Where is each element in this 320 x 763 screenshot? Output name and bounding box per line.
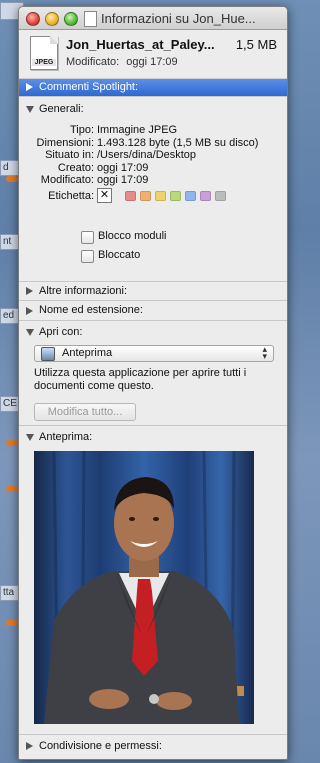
disclosure-triangle-icon	[26, 742, 33, 750]
open-with-heading: Apri con:	[39, 326, 83, 338]
sharing-disclosure[interactable]: Condivisione e permessi:	[19, 738, 287, 754]
window-title: Informazioni su Jon_Hue...	[101, 11, 256, 26]
disclosure-triangle-icon	[26, 307, 33, 315]
section-more-info: Altre informazioni:	[19, 282, 287, 301]
modified-line: Modificato: oggi 17:09	[66, 56, 178, 68]
disclosure-triangle-icon	[26, 329, 34, 336]
open-with-disclosure[interactable]: Apri con:	[19, 324, 287, 340]
info-window: Informazioni su Jon_Hue... JPEG Jon_Huer…	[18, 6, 288, 760]
info-row-created: Creato: oggi 17:09	[57, 161, 149, 174]
label-color-swatch[interactable]	[140, 190, 151, 201]
label-color-swatch[interactable]	[155, 190, 166, 201]
modified-label: Modificato:	[66, 56, 120, 68]
section-sharing: Condivisione e permessi:	[19, 738, 287, 754]
section-open-with: Apri con: Anteprima ▴ ▾ Utilizza questa a…	[19, 324, 287, 426]
label-color-swatch[interactable]	[185, 190, 196, 201]
section-spotlight: Commenti Spotlight:	[19, 79, 287, 97]
zoom-button[interactable]	[64, 12, 78, 26]
disclosure-triangle-icon	[26, 287, 33, 295]
section-name-extension: Nome ed estensione:	[19, 301, 287, 321]
preview-disclosure[interactable]: Anteprima:	[19, 429, 287, 445]
preview-image	[34, 451, 254, 724]
label-color-swatch[interactable]	[215, 190, 226, 201]
section-preview: Anteprima:	[19, 429, 287, 735]
file-header: JPEG Jon_Huertas_at_Paley... 1,5 MB Modi…	[19, 30, 287, 79]
minimize-button[interactable]	[45, 12, 59, 26]
spotlight-heading: Commenti Spotlight:	[39, 81, 139, 93]
preview-heading: Anteprima:	[39, 431, 93, 443]
label-color-swatch[interactable]	[170, 190, 181, 201]
disclosure-triangle-icon	[26, 106, 34, 113]
name-ext-heading: Nome ed estensione:	[39, 304, 143, 316]
close-button[interactable]	[26, 12, 40, 26]
preview-app-icon	[41, 347, 55, 361]
open-with-description: Utilizza questa applicazione per aprire …	[34, 367, 247, 392]
locked-label: Bloccato	[98, 249, 141, 261]
desktop-label-orange	[6, 620, 18, 626]
desktop-label-orange	[6, 440, 18, 446]
label-none-button[interactable]: ✕	[97, 187, 112, 203]
selected-app-label: Anteprima	[62, 347, 113, 359]
popup-arrows-icon: ▴ ▾	[262, 344, 267, 361]
desktop-label-orange	[6, 486, 18, 492]
spotlight-disclosure[interactable]: Commenti Spotlight:	[19, 79, 287, 96]
info-row-type: Tipo: Immagine JPEG	[69, 124, 178, 136]
title-bar[interactable]: Informazioni su Jon_Hue...	[19, 7, 287, 30]
info-row-location: Situato in: /Users/dina/Desktop	[45, 149, 197, 161]
modified-value: oggi 17:09	[126, 56, 178, 68]
general-info-list: Tipo: Immagine JPEG Dimensioni: 1.493.12…	[19, 124, 287, 204]
label-key: Etichetta:	[48, 189, 94, 202]
jpeg-file-icon[interactable]: JPEG	[30, 36, 58, 70]
sharing-heading: Condivisione e permessi:	[39, 740, 162, 752]
document-proxy-icon[interactable]	[84, 11, 97, 27]
file-name: Jon_Huertas_at_Paley...	[66, 37, 215, 52]
info-row-modified: Modificato: oggi 17:09	[40, 174, 149, 186]
open-with-app-select[interactable]: Anteprima ▴ ▾	[34, 345, 274, 362]
file-size: 1,5 MB	[235, 37, 277, 52]
general-disclosure[interactable]: Generali:	[19, 101, 287, 117]
locked-checkbox[interactable]	[81, 250, 94, 263]
label-row: Etichetta: ✕	[19, 187, 287, 204]
change-all-button[interactable]: Modifica tutto...	[34, 403, 136, 421]
photo-portrait-illustration	[34, 451, 254, 724]
label-color-swatch[interactable]	[200, 190, 211, 201]
general-heading: Generali:	[39, 103, 84, 115]
disclosure-triangle-icon	[26, 434, 34, 441]
more-info-disclosure[interactable]: Altre informazioni:	[19, 282, 287, 300]
stationery-checkbox[interactable]	[81, 231, 94, 244]
desktop-label-orange	[6, 176, 18, 182]
name-ext-disclosure[interactable]: Nome ed estensione:	[19, 301, 287, 320]
stationery-label: Blocco moduli	[98, 230, 167, 242]
jpeg-icon-label: JPEG	[32, 59, 56, 66]
section-general: Generali: Tipo: Immagine JPEG Dimensioni…	[19, 101, 287, 282]
label-color-swatch[interactable]	[125, 190, 136, 201]
info-row-size: Dimensioni: 1.493.128 byte (1,5 MB su di…	[36, 136, 259, 149]
disclosure-triangle-icon	[26, 83, 33, 91]
more-info-heading: Altre informazioni:	[39, 285, 128, 297]
